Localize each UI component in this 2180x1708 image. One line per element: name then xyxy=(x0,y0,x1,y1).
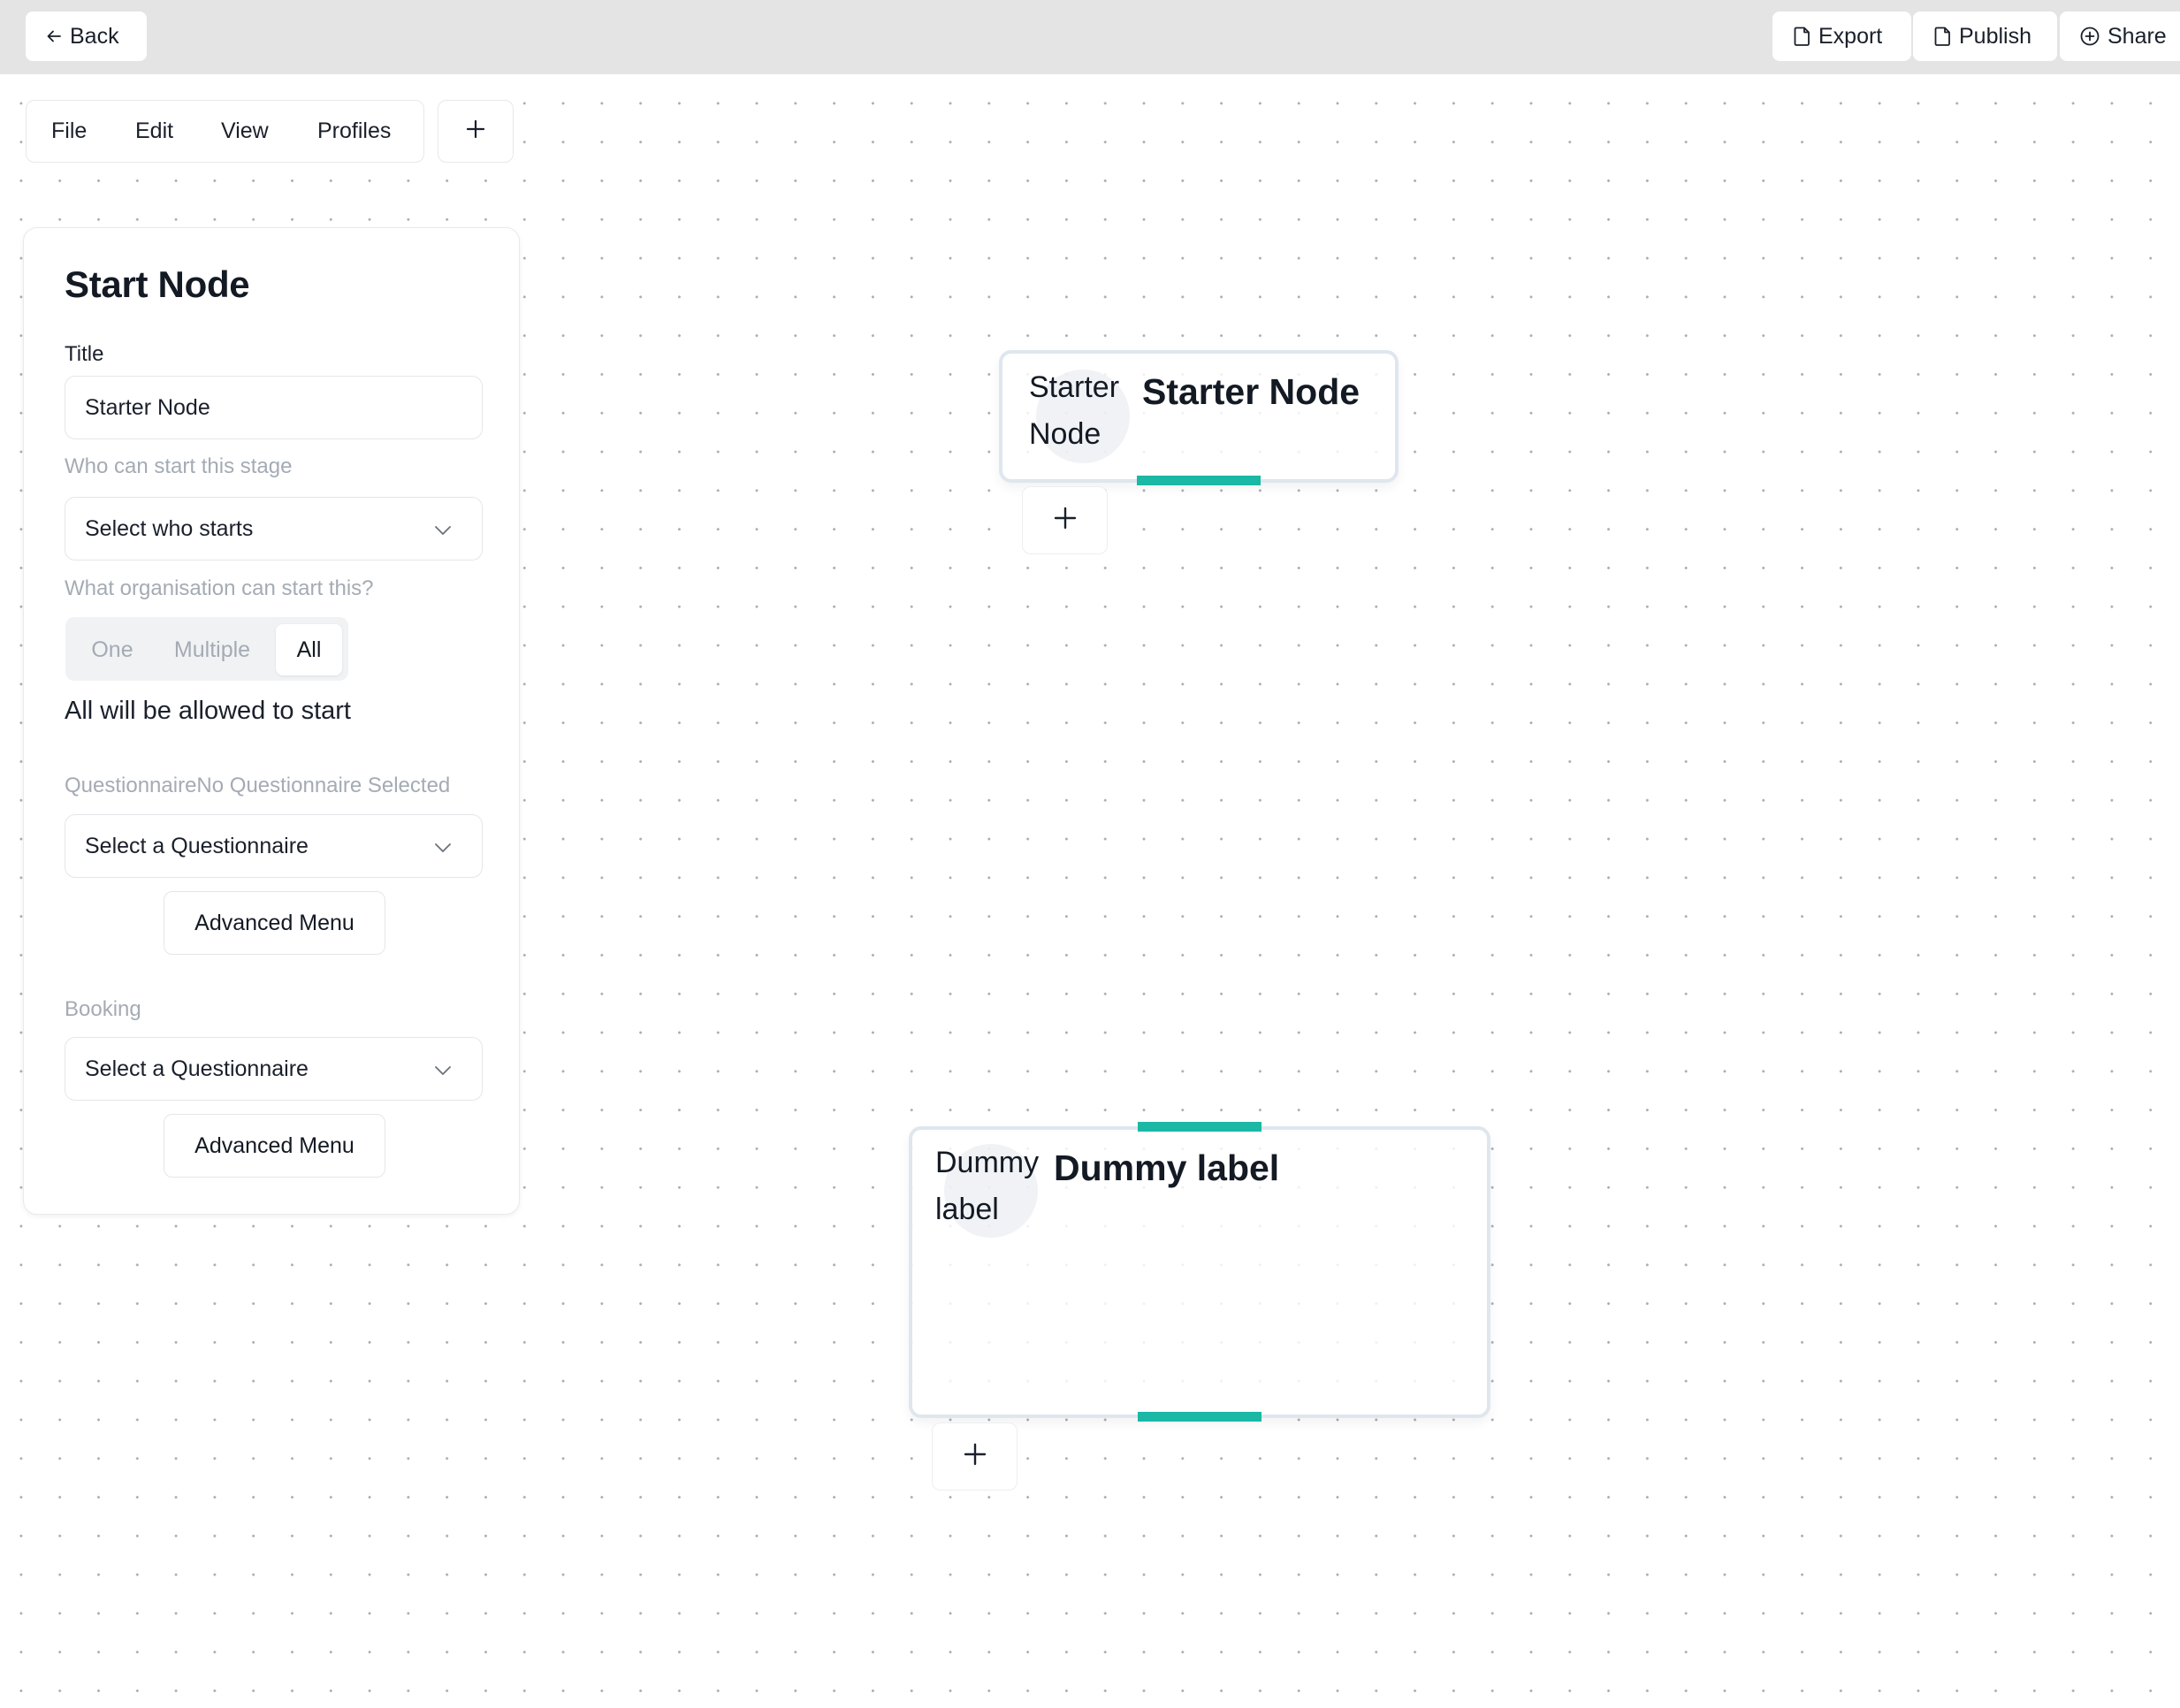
questionnaire-label: QuestionnaireNo Questionnaire Selected xyxy=(65,774,451,797)
node-output-handle[interactable] xyxy=(1138,1412,1262,1422)
flow-node-dummy[interactable]: Dummy label Dummy label xyxy=(909,1126,1490,1418)
plus-icon xyxy=(964,1443,987,1470)
plus-circle-icon xyxy=(2079,26,2100,47)
org-segmented-control: One Multiple All xyxy=(65,617,348,681)
arrow-left-icon xyxy=(45,27,63,45)
node-subtitle: Starter Node xyxy=(1029,370,1120,451)
org-label: What organisation can start this? xyxy=(65,576,374,600)
top-header: Back Export Publish Share xyxy=(0,0,2180,74)
chevron-down-icon xyxy=(434,516,452,542)
questionnaire-advanced-menu-button[interactable]: Advanced Menu xyxy=(164,891,385,955)
menu-file[interactable]: File xyxy=(51,101,87,162)
org-option-multiple[interactable]: Multiple xyxy=(157,624,267,675)
panel-heading: Start Node xyxy=(65,263,250,305)
start-node-panel: Start Node Title Who can start this stag… xyxy=(23,227,520,1215)
plus-icon xyxy=(465,118,486,144)
export-label: Export xyxy=(1818,23,1883,49)
chevron-down-icon xyxy=(434,834,452,859)
file-icon xyxy=(1934,26,1952,47)
file-icon xyxy=(1794,26,1811,47)
questionnaire-select[interactable]: Select a Questionnaire xyxy=(65,814,483,878)
org-option-all[interactable]: All xyxy=(276,624,342,675)
node-title: Dummy label xyxy=(1054,1148,1280,1188)
flow-node-starter[interactable]: Starter Node Starter Node xyxy=(999,350,1399,483)
publish-label: Publish xyxy=(1959,23,2031,49)
title-field[interactable] xyxy=(65,376,483,439)
back-button[interactable]: Back xyxy=(26,11,147,61)
chevron-down-icon xyxy=(434,1056,452,1082)
who-label: Who can start this stage xyxy=(65,454,293,478)
title-label: Title xyxy=(65,342,104,366)
share-label: Share xyxy=(2108,23,2167,49)
node-subtitle: Dummy label xyxy=(935,1146,1040,1226)
add-menu-button[interactable] xyxy=(438,100,514,163)
who-starts-value: Select who starts xyxy=(85,515,254,541)
org-option-one[interactable]: One xyxy=(74,624,150,675)
questionnaire-value: Select a Questionnaire xyxy=(85,833,309,858)
share-button[interactable]: Share xyxy=(2060,11,2180,61)
node-input-handle[interactable] xyxy=(1138,1122,1262,1132)
publish-button[interactable]: Publish xyxy=(1913,11,2057,61)
booking-advanced-menu-button[interactable]: Advanced Menu xyxy=(164,1114,385,1178)
menu-profiles[interactable]: Profiles xyxy=(317,101,391,162)
booking-select[interactable]: Select a Questionnaire xyxy=(65,1037,483,1101)
plus-icon xyxy=(1054,507,1077,534)
menu-edit[interactable]: Edit xyxy=(135,101,173,162)
node-title: Starter Node xyxy=(1142,371,1361,412)
menubar: File Edit View Profiles xyxy=(26,100,424,163)
title-input[interactable] xyxy=(85,394,462,421)
add-node-button[interactable] xyxy=(1022,486,1108,554)
org-result-text: All will be allowed to start xyxy=(65,697,351,725)
booking-value: Select a Questionnaire xyxy=(85,1056,309,1081)
back-label: Back xyxy=(70,23,119,49)
export-button[interactable]: Export xyxy=(1772,11,1911,61)
menu-view[interactable]: View xyxy=(221,101,269,162)
node-output-handle[interactable] xyxy=(1137,476,1261,485)
add-node-button[interactable] xyxy=(932,1422,1018,1491)
booking-label: Booking xyxy=(65,997,141,1021)
who-starts-select[interactable]: Select who starts xyxy=(65,497,483,560)
